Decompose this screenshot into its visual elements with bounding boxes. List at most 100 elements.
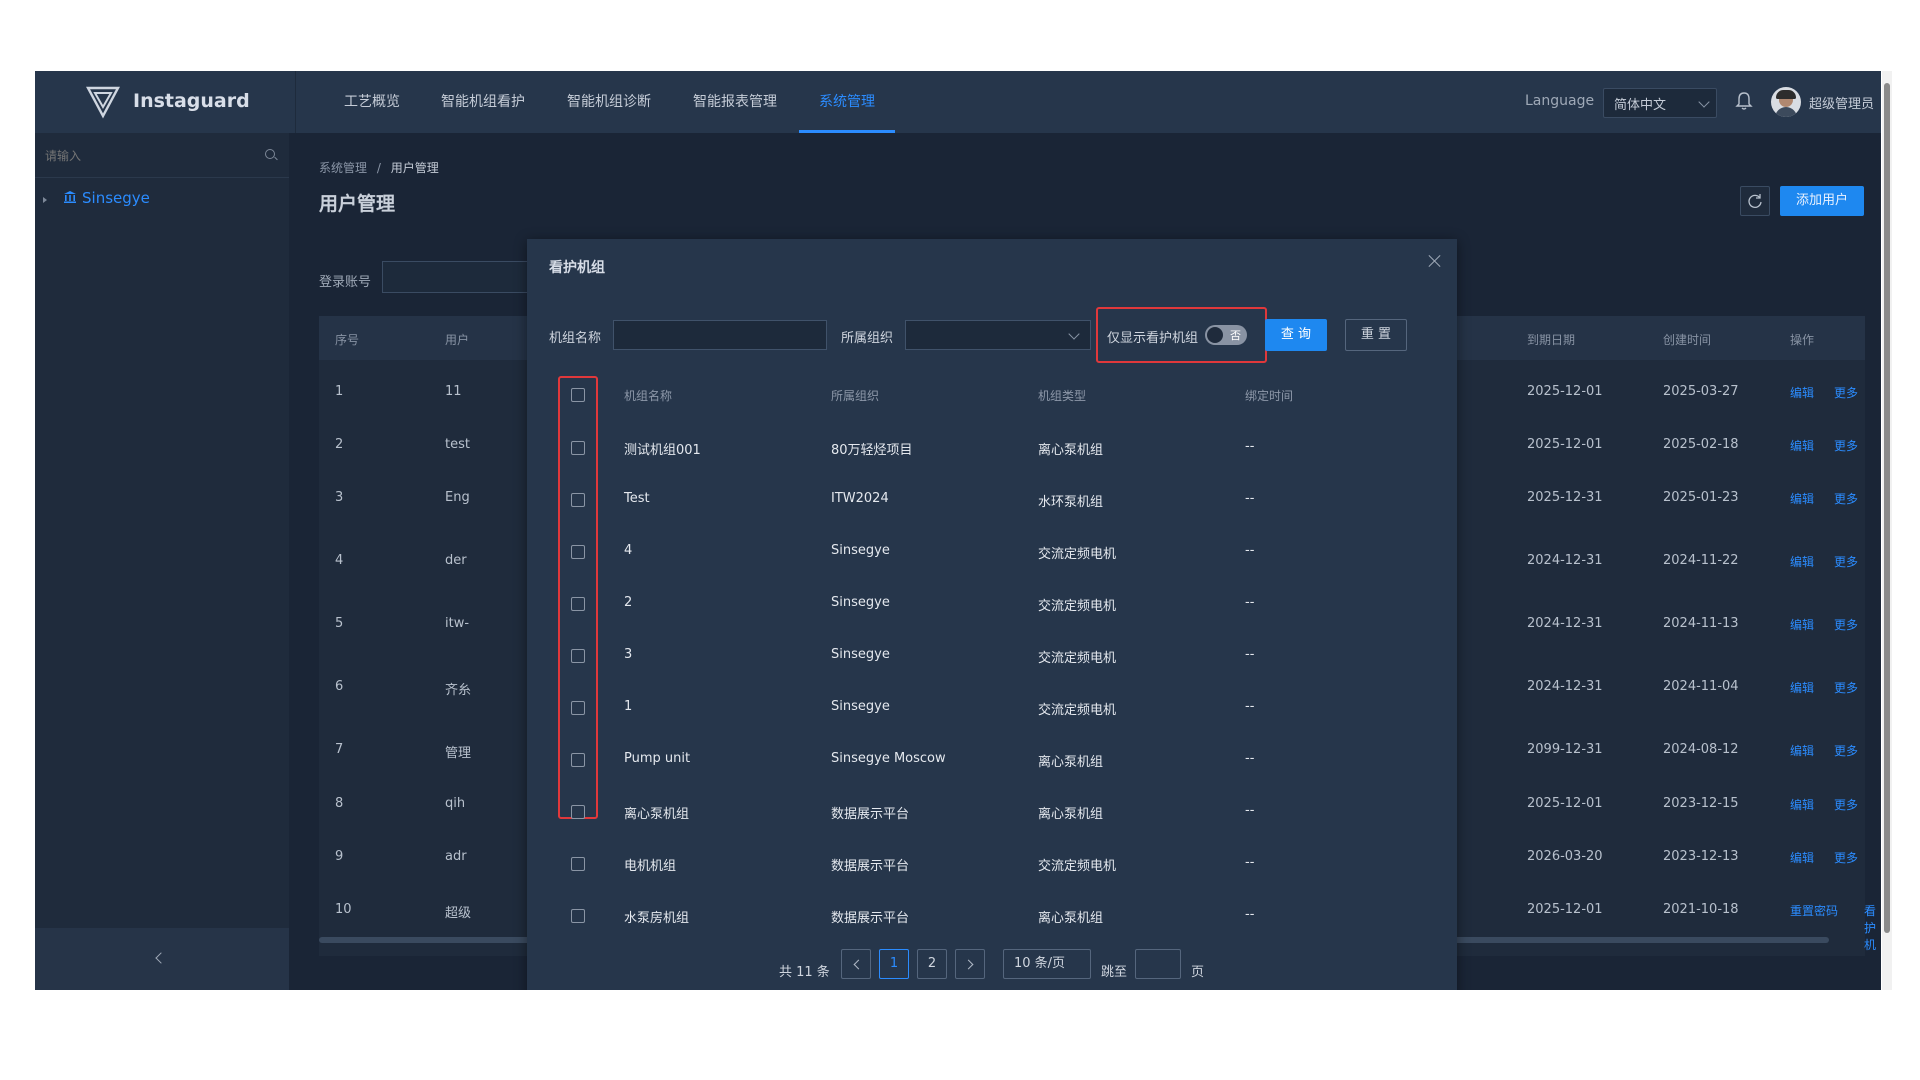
unit-type: 离心泵机组 <box>1038 443 1104 458</box>
unit-type: 交流定频电机 <box>1038 859 1117 874</box>
page-size-select[interactable]: 10 条/页 <box>1003 949 1091 979</box>
more-link[interactable]: 更多 <box>1834 679 1858 696</box>
unit-org: 80万轻烃项目 <box>831 443 913 458</box>
nav-unit-care[interactable]: 智能机组看护 <box>441 71 525 133</box>
unit-type: 离心泵机组 <box>1038 911 1104 926</box>
nav-unit-diagnosis[interactable]: 智能机组诊断 <box>567 71 651 133</box>
only-show-care-toggle[interactable]: 否 <box>1205 325 1247 345</box>
page-suffix-label: 页 <box>1191 965 1205 980</box>
row-checkbox[interactable] <box>571 805 585 819</box>
reset-password-link[interactable]: 重置密码 <box>1790 902 1838 919</box>
care-unit-link[interactable]: 看护机 <box>1864 902 1876 953</box>
page-size-value: 10 条/页 <box>1014 956 1066 971</box>
user-name[interactable]: 超级管理员 <box>1809 93 1874 112</box>
more-link[interactable]: 更多 <box>1834 616 1858 633</box>
more-link[interactable]: 更多 <box>1834 490 1858 507</box>
next-page-button[interactable] <box>955 949 985 979</box>
unit-name: 离心泵机组 <box>624 807 690 822</box>
row-index: 10 <box>335 902 352 917</box>
row-index: 1 <box>335 384 344 399</box>
row-expire: 2025-12-01 <box>1527 437 1603 452</box>
query-button[interactable]: 查 询 <box>1265 319 1327 351</box>
chevron-down-icon <box>1698 96 1710 108</box>
edit-link[interactable]: 编辑 <box>1790 553 1814 570</box>
edit-link[interactable]: 编辑 <box>1790 796 1814 813</box>
row-checkbox[interactable] <box>571 857 585 871</box>
close-icon[interactable] <box>1427 253 1443 269</box>
chevron-left-icon <box>155 952 167 964</box>
unit-type: 离心泵机组 <box>1038 755 1104 770</box>
edit-link[interactable]: 编辑 <box>1790 437 1814 454</box>
row-checkbox[interactable] <box>571 753 585 767</box>
row-checkbox[interactable] <box>571 493 585 507</box>
row-checkbox[interactable] <box>571 909 585 923</box>
unit-bind-time: -- <box>1245 907 1255 922</box>
reset-button[interactable]: 重 置 <box>1345 319 1407 351</box>
brand-name: Instaguard <box>133 90 250 112</box>
prev-page-button[interactable] <box>841 949 871 979</box>
more-link[interactable]: 更多 <box>1834 437 1858 454</box>
jump-page-input[interactable] <box>1135 949 1181 979</box>
edit-link[interactable]: 编辑 <box>1790 742 1814 759</box>
unit-bind-time: -- <box>1245 751 1255 766</box>
care-unit-dialog: 看护机组 机组名称 所属组织 仅显示看护机组 否 查 询 重 置 机组名称 所属… <box>527 239 1457 990</box>
row-index: 6 <box>335 679 344 694</box>
app-window: Instaguard 工艺概览 智能机组看护 智能机组诊断 智能报表管理 系统管… <box>35 71 1881 990</box>
page-button-2[interactable]: 2 <box>917 949 947 979</box>
page-button-1[interactable]: 1 <box>879 949 909 979</box>
row-user: Eng <box>445 490 470 505</box>
row-expire: 2024-12-31 <box>1527 553 1603 568</box>
row-index: 4 <box>335 553 344 568</box>
unit-name: 测试机组001 <box>624 443 701 458</box>
unit-bind-time: -- <box>1245 439 1255 454</box>
col-unit-type-header: 机组类型 <box>1038 389 1087 403</box>
unit-name: 1 <box>624 699 633 714</box>
edit-link[interactable]: 编辑 <box>1790 490 1814 507</box>
row-checkbox[interactable] <box>571 545 585 559</box>
row-expire: 2025-12-31 <box>1527 490 1603 505</box>
more-link[interactable]: 更多 <box>1834 796 1858 813</box>
org-label: 所属组织 <box>841 331 894 346</box>
more-link[interactable]: 更多 <box>1834 742 1858 759</box>
refresh-button[interactable] <box>1740 186 1770 216</box>
row-checkbox[interactable] <box>571 597 585 611</box>
tree-node-sinsegye[interactable]: Sinsegye <box>82 189 150 207</box>
page-scrollbar-thumb[interactable] <box>1884 83 1890 933</box>
breadcrumb-parent[interactable]: 系统管理 <box>319 161 367 175</box>
more-link[interactable]: 更多 <box>1834 553 1858 570</box>
unit-bind-time: -- <box>1245 595 1255 610</box>
sidebar-search-input[interactable] <box>43 143 247 169</box>
page-scrollbar-track[interactable] <box>1882 71 1892 990</box>
instaguard-logo-icon <box>86 86 120 119</box>
more-link[interactable]: 更多 <box>1834 384 1858 401</box>
row-index: 3 <box>335 490 344 505</box>
more-link[interactable]: 更多 <box>1834 849 1858 866</box>
bell-icon[interactable] <box>1735 91 1753 111</box>
row-checkbox[interactable] <box>571 441 585 455</box>
edit-link[interactable]: 编辑 <box>1790 849 1814 866</box>
add-user-button[interactable]: 添加用户 <box>1780 186 1864 216</box>
unit-bind-time: -- <box>1245 491 1255 506</box>
row-created: 2024-08-12 <box>1663 742 1739 757</box>
edit-link[interactable]: 编辑 <box>1790 679 1814 696</box>
search-icon[interactable] <box>265 149 275 159</box>
row-checkbox[interactable] <box>571 649 585 663</box>
edit-link[interactable]: 编辑 <box>1790 384 1814 401</box>
row-expire: 2024-12-31 <box>1527 616 1603 631</box>
row-checkbox[interactable] <box>571 701 585 715</box>
nav-process-overview[interactable]: 工艺概览 <box>344 71 400 133</box>
user-avatar[interactable] <box>1771 87 1801 117</box>
unit-type: 交流定频电机 <box>1038 599 1117 614</box>
col-ops-header: 操作 <box>1790 333 1815 347</box>
nav-report-management[interactable]: 智能报表管理 <box>693 71 777 133</box>
language-select[interactable]: 简体中文 <box>1603 88 1717 118</box>
sidebar-collapse-button[interactable] <box>35 928 289 990</box>
edit-link[interactable]: 编辑 <box>1790 616 1814 633</box>
nav-system-management[interactable]: 系统管理 <box>819 71 875 133</box>
org-select[interactable] <box>905 320 1091 350</box>
select-all-checkbox[interactable] <box>571 388 585 402</box>
row-created: 2025-03-27 <box>1663 384 1739 399</box>
tree-expand-icon[interactable] <box>43 197 47 203</box>
unit-name-input[interactable] <box>613 320 827 350</box>
unit-name: 4 <box>624 543 633 558</box>
